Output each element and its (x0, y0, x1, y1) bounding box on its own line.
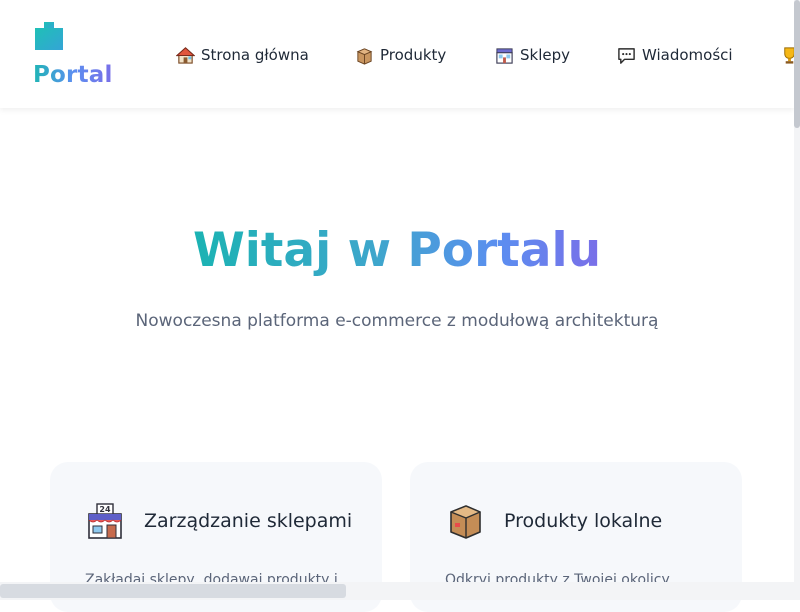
vertical-scrollbar[interactable] (794, 0, 800, 600)
house-icon (176, 46, 195, 64)
nav-item-label: Sklepy (520, 46, 571, 64)
store-icon (496, 47, 513, 64)
store-24-icon: 24 (88, 503, 122, 539)
nav-item-shops[interactable]: Sklepy (495, 44, 570, 66)
top-navigation-bar: Portal Strona główna Produkty Sklepy Wia… (0, 0, 795, 108)
package-icon (450, 505, 481, 539)
logo[interactable]: Portal (33, 22, 113, 92)
nav-item-home[interactable]: Strona główna (176, 44, 309, 66)
logo-text: Portal (33, 62, 113, 88)
chat-icon (618, 47, 635, 64)
nav-item-label: Wiadomości (642, 46, 733, 64)
hero-title-text: Witaj w Portalu (192, 223, 602, 278)
logo-icon (35, 22, 63, 50)
hero-subtitle: Nowoczesna platforma e-commerce z moduło… (135, 311, 659, 331)
nav-item-messages[interactable]: Wiadomości (617, 44, 733, 66)
feature-card-title: Zarządzanie sklepami (144, 510, 353, 532)
nav-item-products[interactable]: Produkty (355, 44, 446, 66)
vertical-scrollbar-thumb[interactable] (794, 0, 800, 128)
nav-item-label: Produkty (380, 46, 447, 64)
horizontal-scrollbar[interactable] (0, 582, 794, 600)
horizontal-scrollbar-thumb[interactable] (0, 584, 346, 598)
feature-card-title: Produkty lokalne (504, 510, 663, 532)
svg-text:24: 24 (99, 505, 111, 514)
nav-item-label: Strona główna (201, 46, 309, 64)
hero-title: Witaj w Portalu (0, 222, 794, 280)
package-icon (356, 47, 373, 65)
